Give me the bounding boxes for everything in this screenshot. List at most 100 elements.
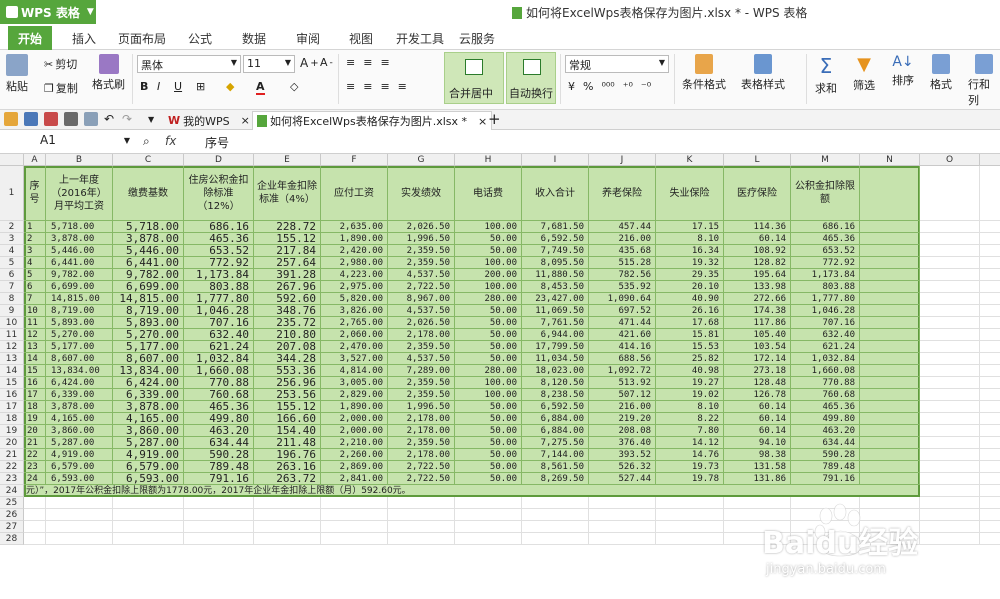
empty-cell[interactable] <box>184 521 254 533</box>
table-cell[interactable]: 6,593.00 <box>46 473 113 485</box>
row-header[interactable]: 20 <box>0 437 24 449</box>
empty-cell[interactable] <box>388 533 455 545</box>
table-cell[interactable] <box>860 305 920 317</box>
table-cell[interactable]: 4,537.50 <box>388 305 455 317</box>
table-cell[interactable]: 131.86 <box>724 473 791 485</box>
table-header-cell[interactable]: 医疗保险 <box>724 166 791 221</box>
empty-cell[interactable] <box>920 221 980 233</box>
empty-cell[interactable] <box>920 166 980 221</box>
table-cell[interactable]: 463.20 <box>791 425 860 437</box>
table-cell[interactable]: 263.72 <box>254 473 321 485</box>
table-cell[interactable]: 2,000.00 <box>321 413 388 425</box>
table-cell[interactable]: 9,782.00 <box>46 269 113 281</box>
table-cell[interactable]: 1,777.80 <box>791 293 860 305</box>
table-cell[interactable]: 1,092.72 <box>589 365 656 377</box>
table-style-button[interactable]: 表格样式 <box>741 54 785 92</box>
tab-5[interactable]: 审阅 <box>296 30 320 47</box>
empty-cell[interactable] <box>980 365 1000 377</box>
empty-cell[interactable] <box>980 257 1000 269</box>
empty-cell[interactable] <box>920 329 980 341</box>
table-cell[interactable]: 6,441.00 <box>113 257 184 269</box>
row-header[interactable]: 1 <box>0 166 24 221</box>
column-header[interactable]: B <box>46 154 113 166</box>
empty-cell[interactable] <box>455 509 522 521</box>
table-cell[interactable]: 4,165.00 <box>46 413 113 425</box>
table-cell[interactable]: 621.24 <box>791 341 860 353</box>
column-header[interactable]: P <box>980 154 1000 166</box>
wps-menu-button[interactable]: WPS 表格 ▼ <box>0 0 96 24</box>
table-cell[interactable]: 3,826.00 <box>321 305 388 317</box>
empty-cell[interactable] <box>522 521 589 533</box>
table-cell[interactable]: 2,722.50 <box>388 473 455 485</box>
table-cell[interactable]: 235.72 <box>254 317 321 329</box>
table-cell[interactable] <box>860 329 920 341</box>
table-cell[interactable]: 8,269.50 <box>522 473 589 485</box>
empty-cell[interactable] <box>522 509 589 521</box>
table-cell[interactable]: 131.58 <box>724 461 791 473</box>
table-cell[interactable]: 770.88 <box>791 377 860 389</box>
table-cell[interactable]: 2,026.50 <box>388 317 455 329</box>
table-cell[interactable] <box>860 389 920 401</box>
table-cell[interactable]: 3 <box>24 245 46 257</box>
empty-cell[interactable] <box>920 245 980 257</box>
table-cell[interactable]: 7,144.00 <box>522 449 589 461</box>
chevron-down-icon[interactable]: ▼ <box>148 115 162 129</box>
table-cell[interactable]: 1,046.28 <box>791 305 860 317</box>
table-cell[interactable]: 4 <box>24 257 46 269</box>
column-header[interactable]: H <box>455 154 522 166</box>
empty-cell[interactable] <box>920 353 980 365</box>
table-cell[interactable]: 2,470.00 <box>321 341 388 353</box>
empty-cell[interactable] <box>24 509 46 521</box>
table-header-cell[interactable]: 上一年度（2016年）月平均工资 <box>46 166 113 221</box>
table-cell[interactable]: 5,820.00 <box>321 293 388 305</box>
table-cell[interactable]: 376.40 <box>589 437 656 449</box>
table-cell[interactable]: 8.22 <box>656 413 724 425</box>
empty-cell[interactable] <box>113 497 184 509</box>
table-cell[interactable]: 228.72 <box>254 221 321 233</box>
empty-cell[interactable] <box>980 377 1000 389</box>
table-header-cell[interactable]: 缴费基数 <box>113 166 184 221</box>
name-box[interactable]: A1 ▼ <box>4 133 134 151</box>
table-cell[interactable]: 8.10 <box>656 233 724 245</box>
select-all-corner[interactable] <box>0 154 24 166</box>
table-cell[interactable]: 14,815.00 <box>46 293 113 305</box>
table-cell[interactable]: 13,834.00 <box>46 365 113 377</box>
fx-icon[interactable]: fx <box>165 134 176 148</box>
table-cell[interactable]: 166.60 <box>254 413 321 425</box>
table-cell[interactable]: 8,967.00 <box>388 293 455 305</box>
table-cell[interactable]: 707.16 <box>184 317 254 329</box>
table-cell[interactable]: 1,777.80 <box>184 293 254 305</box>
table-cell[interactable]: 14,815.00 <box>113 293 184 305</box>
empty-cell[interactable] <box>980 245 1000 257</box>
empty-cell[interactable] <box>589 533 656 545</box>
table-cell[interactable]: 2,420.00 <box>321 245 388 257</box>
table-cell[interactable]: 29.35 <box>656 269 724 281</box>
table-cell[interactable]: 2,635.00 <box>321 221 388 233</box>
table-cell[interactable]: 1,890.00 <box>321 401 388 413</box>
row-header[interactable]: 19 <box>0 425 24 437</box>
table-cell[interactable] <box>860 413 920 425</box>
empty-cell[interactable] <box>254 509 321 521</box>
table-cell[interactable]: 117.86 <box>724 317 791 329</box>
table-cell[interactable]: 791.16 <box>791 473 860 485</box>
table-cell[interactable]: 60.14 <box>724 425 791 437</box>
empty-cell[interactable] <box>522 533 589 545</box>
cut-button[interactable]: ✂ 剪切 <box>44 56 77 72</box>
row-header[interactable]: 11 <box>0 329 24 341</box>
empty-cell[interactable] <box>920 281 980 293</box>
tab-4[interactable]: 数据 <box>242 30 266 47</box>
table-cell[interactable]: 760.68 <box>791 389 860 401</box>
table-cell[interactable]: 50.00 <box>455 437 522 449</box>
table-cell[interactable]: 707.16 <box>791 317 860 329</box>
table-cell[interactable]: 4,165.00 <box>113 413 184 425</box>
table-cell[interactable]: 103.54 <box>724 341 791 353</box>
export-pdf-icon[interactable] <box>44 112 58 126</box>
table-cell[interactable] <box>860 473 920 485</box>
font-size-select[interactable]: 11 ▼ <box>243 55 295 73</box>
row-header[interactable]: 12 <box>0 341 24 353</box>
table-cell[interactable]: 50.00 <box>455 473 522 485</box>
table-cell[interactable]: 3,878.00 <box>46 401 113 413</box>
empty-cell[interactable] <box>980 401 1000 413</box>
empty-cell[interactable] <box>46 533 113 545</box>
table-cell[interactable]: 6,579.00 <box>46 461 113 473</box>
